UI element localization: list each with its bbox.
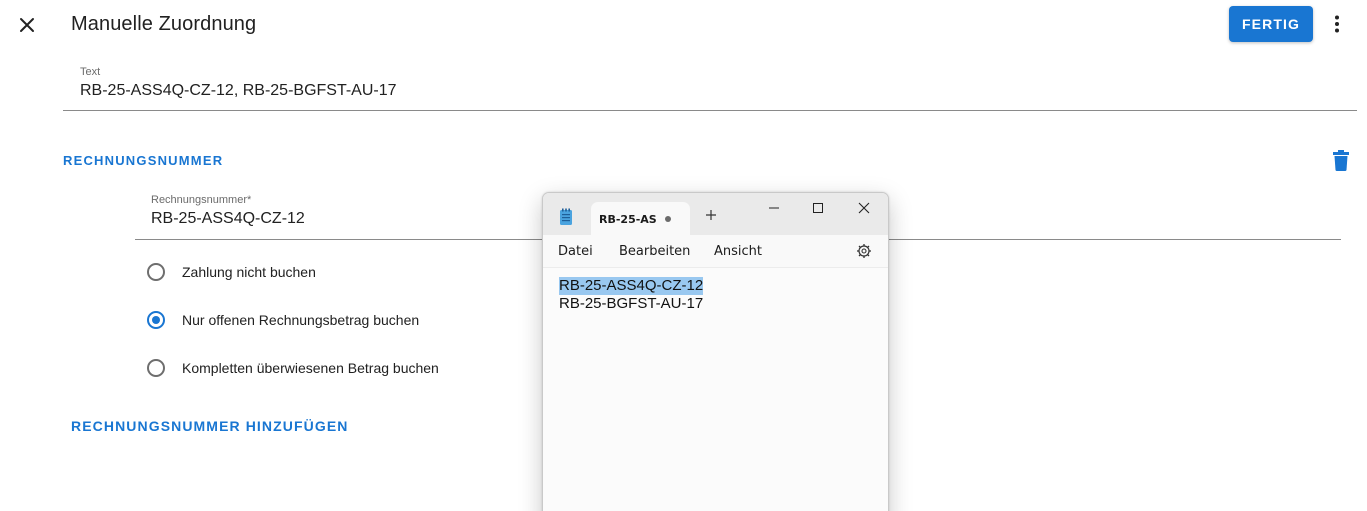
delete-button[interactable] — [1330, 149, 1352, 173]
trash-icon — [1333, 150, 1349, 171]
close-button[interactable] — [14, 12, 40, 38]
radio-option-label: Kompletten überwiesenen Betrag buchen — [182, 360, 439, 376]
settings-gear-icon[interactable] — [856, 243, 872, 259]
maximize-button[interactable] — [805, 197, 831, 219]
page-title: Manuelle Zuordnung — [71, 13, 257, 35]
text-field-label: Text — [80, 66, 101, 78]
editor-line-selected[interactable]: RB-25-ASS4Q-CZ-12 — [559, 277, 704, 295]
radio-button[interactable] — [147, 359, 165, 377]
notepad-text-editor[interactable]: RB-25-ASS4Q-CZ-12 RB-25-BGFST-AU-17 — [543, 268, 888, 511]
add-invoice-number-button[interactable]: RECHNUNGSNUMMER HINZUFÜGEN — [71, 418, 348, 434]
notepad-tab[interactable]: RB-25-ASS4Q-CZ-12 — [591, 202, 690, 236]
invoice-number-label: Rechnungsnummer* — [151, 194, 252, 206]
minimize-button[interactable] — [761, 197, 787, 219]
more-options-button[interactable] — [1325, 11, 1349, 37]
radio-option-full-amount[interactable]: Kompletten überwiesenen Betrag buchen — [147, 359, 439, 377]
text-field-underline — [63, 110, 1357, 111]
menu-item-view[interactable]: Ansicht — [714, 244, 762, 259]
menu-item-edit[interactable]: Bearbeiten — [619, 244, 690, 259]
unsaved-dot-icon — [665, 216, 671, 222]
radio-option-label: Nur offenen Rechnungsbetrag buchen — [182, 312, 420, 328]
notepad-app-icon — [560, 208, 572, 225]
notepad-titlebar[interactable]: RB-25-ASS4Q-CZ-12 — [543, 193, 888, 236]
maximize-icon — [813, 203, 823, 213]
more-vertical-icon — [1335, 15, 1339, 33]
radio-button-checked[interactable] — [147, 311, 165, 329]
minimize-icon — [769, 207, 779, 209]
radio-button[interactable] — [147, 263, 165, 281]
menu-item-file[interactable]: Datei — [558, 244, 593, 259]
text-field-input[interactable]: RB-25-ASS4Q-CZ-12, RB-25-BGFST-AU-17 — [80, 82, 1350, 104]
section-title-invoice-number: RECHNUNGSNUMMER — [63, 153, 224, 168]
close-icon — [20, 18, 34, 32]
notepad-tab-title: RB-25-ASS4Q-CZ-12 — [599, 213, 657, 226]
manual-assignment-dialog: Manuelle Zuordnung FERTIG Text RB-25-ASS… — [0, 0, 1367, 511]
plus-icon — [706, 210, 716, 220]
window-close-button[interactable] — [851, 197, 877, 219]
close-icon — [858, 202, 870, 214]
notepad-menubar: Datei Bearbeiten Ansicht — [543, 235, 888, 268]
radio-option-label: Zahlung nicht buchen — [182, 264, 316, 280]
editor-line[interactable]: RB-25-BGFST-AU-17 — [559, 295, 703, 313]
notepad-window[interactable]: RB-25-ASS4Q-CZ-12 — [542, 192, 889, 511]
new-tab-button[interactable] — [705, 208, 717, 225]
done-button[interactable]: FERTIG — [1229, 6, 1313, 42]
radio-option-open-amount[interactable]: Nur offenen Rechnungsbetrag buchen — [147, 311, 419, 329]
radio-option-no-booking[interactable]: Zahlung nicht buchen — [147, 263, 316, 281]
